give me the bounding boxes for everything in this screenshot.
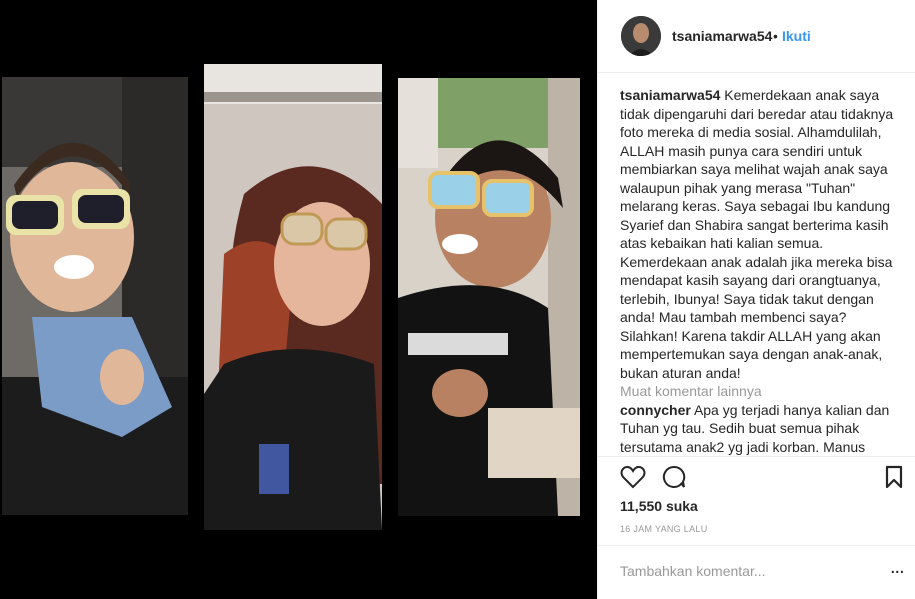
caption-text: Kemerdekaan anak saya tidak dipengaruhi … [620, 87, 894, 381]
comment-input[interactable]: Tambahkan komentar... [620, 563, 766, 579]
separator-dot: • [773, 28, 778, 44]
avatar[interactable] [621, 16, 661, 56]
photo-panel-left [2, 77, 188, 515]
comment-icon[interactable] [662, 465, 686, 489]
more-options-button[interactable]: ... [890, 556, 905, 579]
caption-username[interactable]: tsaniamarwa54 [620, 87, 720, 103]
photo-panel-right [398, 78, 580, 516]
post-sidebar: tsaniamarwa54 • Ikuti tsaniamarwa54 Keme… [597, 0, 915, 599]
caption-comment: tsaniamarwa54 Kemerdekaan anak saya tida… [620, 86, 896, 382]
bookmark-icon[interactable] [885, 465, 903, 489]
post-timestamp[interactable]: 16 JAM YANG LALU [620, 524, 708, 534]
comment-username[interactable]: connycher [620, 402, 691, 418]
likes-count[interactable]: 11,550 suka [620, 498, 698, 514]
post-header: tsaniamarwa54 • Ikuti [598, 0, 915, 73]
heart-icon[interactable] [620, 465, 646, 489]
header-username[interactable]: tsaniamarwa54 [672, 28, 772, 44]
list-item: connycher Apa yg terjadi hanya kalian da… [620, 401, 896, 457]
load-more-comments-button[interactable]: Muat komentar lainnya [620, 382, 896, 401]
photo-panel-middle [204, 64, 382, 530]
action-bar [598, 456, 915, 496]
comment-bar: Tambahkan komentar... ... [598, 545, 915, 599]
post-image[interactable] [0, 0, 597, 599]
comments-list[interactable]: tsaniamarwa54 Kemerdekaan anak saya tida… [620, 86, 896, 456]
follow-button[interactable]: Ikuti [782, 28, 811, 44]
